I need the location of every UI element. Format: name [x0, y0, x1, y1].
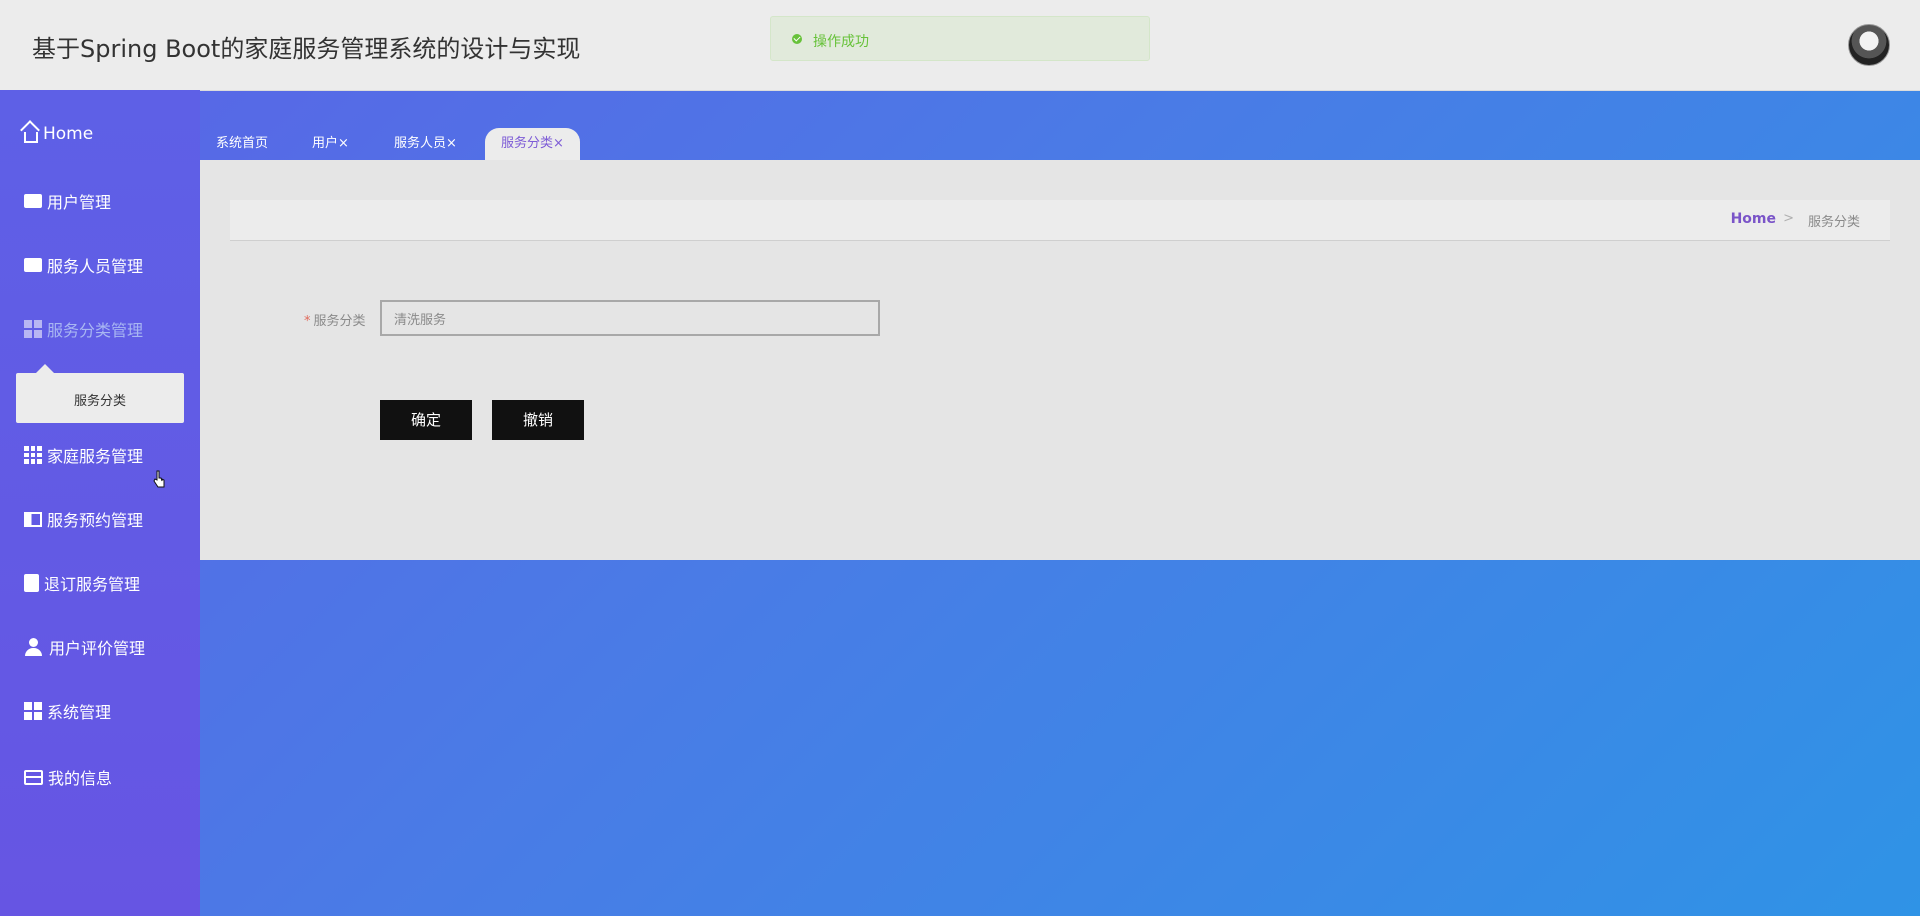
tab-label: 服务人员: [394, 136, 447, 151]
user-icon: [24, 637, 44, 657]
tab-label: 系统首页: [216, 136, 269, 151]
success-toast: 操作成功: [770, 16, 1150, 61]
sidebar-item-label: Home: [43, 124, 94, 144]
sidebar-item-unsubscribe[interactable]: 退订服务管理: [0, 563, 200, 603]
sidebar-item-label: 系统管理: [47, 703, 112, 722]
confirm-button[interactable]: 确定: [380, 400, 472, 440]
card-icon: [24, 769, 43, 785]
close-icon[interactable]: ×: [553, 136, 564, 151]
sidebar-item-label: 我的信息: [48, 769, 113, 788]
submenu-service-category: 服务分类: [16, 364, 184, 423]
breadcrumb-separator: >: [1783, 211, 1794, 226]
book-icon: [24, 511, 42, 527]
app-title: 基于Spring Boot的家庭服务管理系统的设计与实现: [32, 35, 581, 63]
sidebar-item-label: 家庭服务管理: [47, 447, 144, 466]
breadcrumb: Home > 服务分类: [230, 200, 1890, 241]
sidebar-item-home[interactable]: Home: [0, 114, 200, 154]
sidebar-item-staff[interactable]: 服务人员管理: [0, 245, 200, 285]
required-mark: *: [304, 314, 311, 329]
sidebar-item-label: 用户管理: [47, 193, 112, 212]
sidebar-item-label: 服务人员管理: [47, 257, 144, 276]
grid-icon: [24, 446, 42, 464]
close-icon[interactable]: ×: [338, 136, 349, 151]
sidebar-item-service-category[interactable]: 服务分类管理: [0, 309, 200, 349]
main-content: Home > 服务分类 *服务分类 确定 撤销: [200, 160, 1920, 560]
sidebar-item-reviews[interactable]: 用户评价管理: [0, 627, 200, 667]
wallet-icon: [24, 194, 42, 208]
top-bar: 基于Spring Boot的家庭服务管理系统的设计与实现 操作成功: [0, 0, 1920, 91]
avatar[interactable]: [1848, 24, 1890, 66]
cancel-button[interactable]: 撤销: [492, 400, 584, 440]
tab-staff[interactable]: 服务人员×: [394, 128, 457, 160]
submenu-item-service-category[interactable]: 服务分类: [16, 390, 184, 409]
tab-label: 服务分类: [501, 136, 554, 151]
label-text: 服务分类: [313, 314, 366, 329]
sidebar-item-label: 服务预约管理: [47, 511, 144, 530]
briefcase-icon: [24, 258, 42, 272]
breadcrumb-home[interactable]: Home: [1731, 211, 1776, 227]
service-category-input[interactable]: [380, 300, 880, 336]
toast-message: 操作成功: [813, 34, 869, 50]
sidebar-item-users[interactable]: 用户管理: [0, 181, 200, 221]
grid-icon: [24, 320, 42, 338]
home-icon: [24, 132, 38, 143]
check-circle-icon: [792, 34, 802, 44]
sidebar-item-label: 服务分类管理: [47, 321, 144, 340]
pointer-cursor-icon: [153, 470, 165, 488]
tab-service-category[interactable]: 服务分类×: [485, 128, 580, 160]
tab-label: 用户: [312, 136, 339, 151]
breadcrumb-current: 服务分类: [1807, 215, 1860, 230]
sidebar-item-system[interactable]: 系统管理: [0, 691, 200, 731]
sidebar-item-label: 退订服务管理: [44, 575, 141, 594]
clipboard-icon: [24, 574, 39, 592]
tab-system-home[interactable]: 系统首页: [216, 128, 268, 160]
sidebar-item-label: 用户评价管理: [49, 639, 146, 658]
service-category-label: * 服务分类: [304, 310, 366, 329]
sidebar-item-my-info[interactable]: 我的信息: [0, 757, 200, 797]
sidebar: Home 用户管理 服务人员管理 服务分类管理 家庭服务管理 服务预约管理 退订…: [0, 90, 200, 916]
grid-icon: [24, 702, 42, 720]
close-icon[interactable]: ×: [446, 136, 457, 151]
tab-users[interactable]: 用户×: [312, 128, 349, 160]
sidebar-item-home-service[interactable]: 家庭服务管理: [0, 435, 200, 475]
sidebar-item-booking[interactable]: 服务预约管理: [0, 499, 200, 539]
